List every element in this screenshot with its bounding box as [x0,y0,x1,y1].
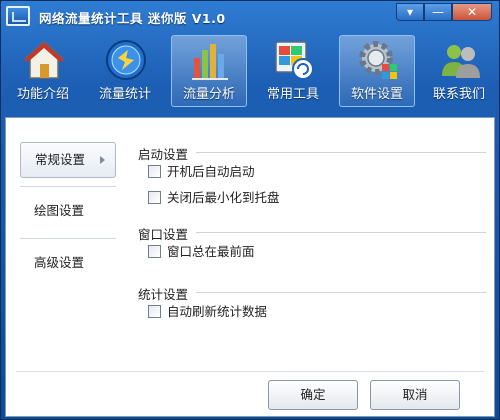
sidebar-divider [20,186,116,187]
toolbar-label: 功能介绍 [16,87,69,102]
window-title: 网络流量统计工具 迷你版 V1.0 [39,11,226,26]
toolbar-button-settings[interactable]: 软件设置 [339,35,415,107]
toolbar-button-intro[interactable]: 功能介绍 [5,35,81,107]
bar-chart-icon [192,44,228,80]
section-title-window: 窗口设置 [138,227,189,242]
toolbar-label: 联系我们 [432,87,485,102]
sidebar-item-drawing[interactable]: 绘图设置 [20,194,116,230]
globe-icon [106,40,146,80]
settings-panel: 常规设置 绘图设置 高级设置 启动设置 开机后自动启动 关闭后最小化到托盘 窗口… [5,117,495,417]
section-divider [196,152,486,153]
home-icon [24,40,64,79]
close-button[interactable]: ✕ [452,3,492,21]
footer-divider [16,371,484,372]
section-divider [196,232,486,233]
checkbox-box[interactable] [148,191,161,204]
checkbox-always-on-top[interactable]: 窗口总在最前面 [148,244,255,260]
sidebar-item-label: 高级设置 [34,255,85,270]
checkbox-label: 窗口总在最前面 [167,244,255,259]
checkbox-auto-refresh[interactable]: 自动刷新统计数据 [148,304,267,320]
sidebar-item-general[interactable]: 常规设置 [20,142,116,178]
contacts-icon [442,45,480,78]
section-title-stats: 统计设置 [138,287,189,302]
title-bar[interactable]: 网络流量统计工具 迷你版 V1.0 ▾ — ✕ [1,1,500,31]
toolbar-button-traffic-stats[interactable]: 流量统计 [87,35,163,107]
toolbar-label: 流量分析 [182,87,235,102]
chevron-right-icon [100,156,105,164]
checkbox-box[interactable] [148,165,161,178]
toolbar-label: 软件设置 [350,87,403,102]
checkbox-box[interactable] [148,245,161,258]
app-logo-icon [6,6,30,26]
settings-gear-icon [359,41,397,79]
section-title-startup: 启动设置 [138,147,189,162]
refresh-window-icon [275,41,314,80]
section-divider [196,292,486,293]
sidebar-divider [20,238,116,239]
checkbox-minimize-to-tray[interactable]: 关闭后最小化到托盘 [148,190,280,206]
sidebar-item-advanced[interactable]: 高级设置 [20,246,116,282]
cancel-button[interactable]: 取消 [370,380,460,410]
ok-button[interactable]: 确定 [268,380,358,410]
sidebar-item-label: 常规设置 [35,152,86,167]
main-toolbar: 功能介绍 流量统计 流量分析 常用工具 软件设置 联系我们 [1,31,500,109]
checkbox-autostart[interactable]: 开机后自动启动 [148,164,255,180]
checkbox-label: 关闭后最小化到托盘 [167,190,280,205]
checkbox-label: 开机后自动启动 [167,164,255,179]
checkbox-box[interactable] [148,305,161,318]
toolbar-button-traffic-analysis[interactable]: 流量分析 [171,35,247,107]
app-window: 网络流量统计工具 迷你版 V1.0 ▾ — ✕ 功能介绍 流量统计 流量分析 常… [0,0,500,420]
menu-button[interactable]: ▾ [396,3,424,21]
toolbar-button-contact[interactable]: 联系我们 [421,35,497,107]
settings-sidebar: 常规设置 绘图设置 高级设置 [20,142,116,298]
sidebar-item-label: 绘图设置 [34,203,85,218]
checkbox-label: 自动刷新统计数据 [167,304,268,319]
toolbar-label: 流量统计 [98,87,151,102]
minimize-button[interactable]: — [424,3,452,21]
toolbar-label: 常用工具 [266,87,319,102]
toolbar-button-tools[interactable]: 常用工具 [255,35,331,107]
